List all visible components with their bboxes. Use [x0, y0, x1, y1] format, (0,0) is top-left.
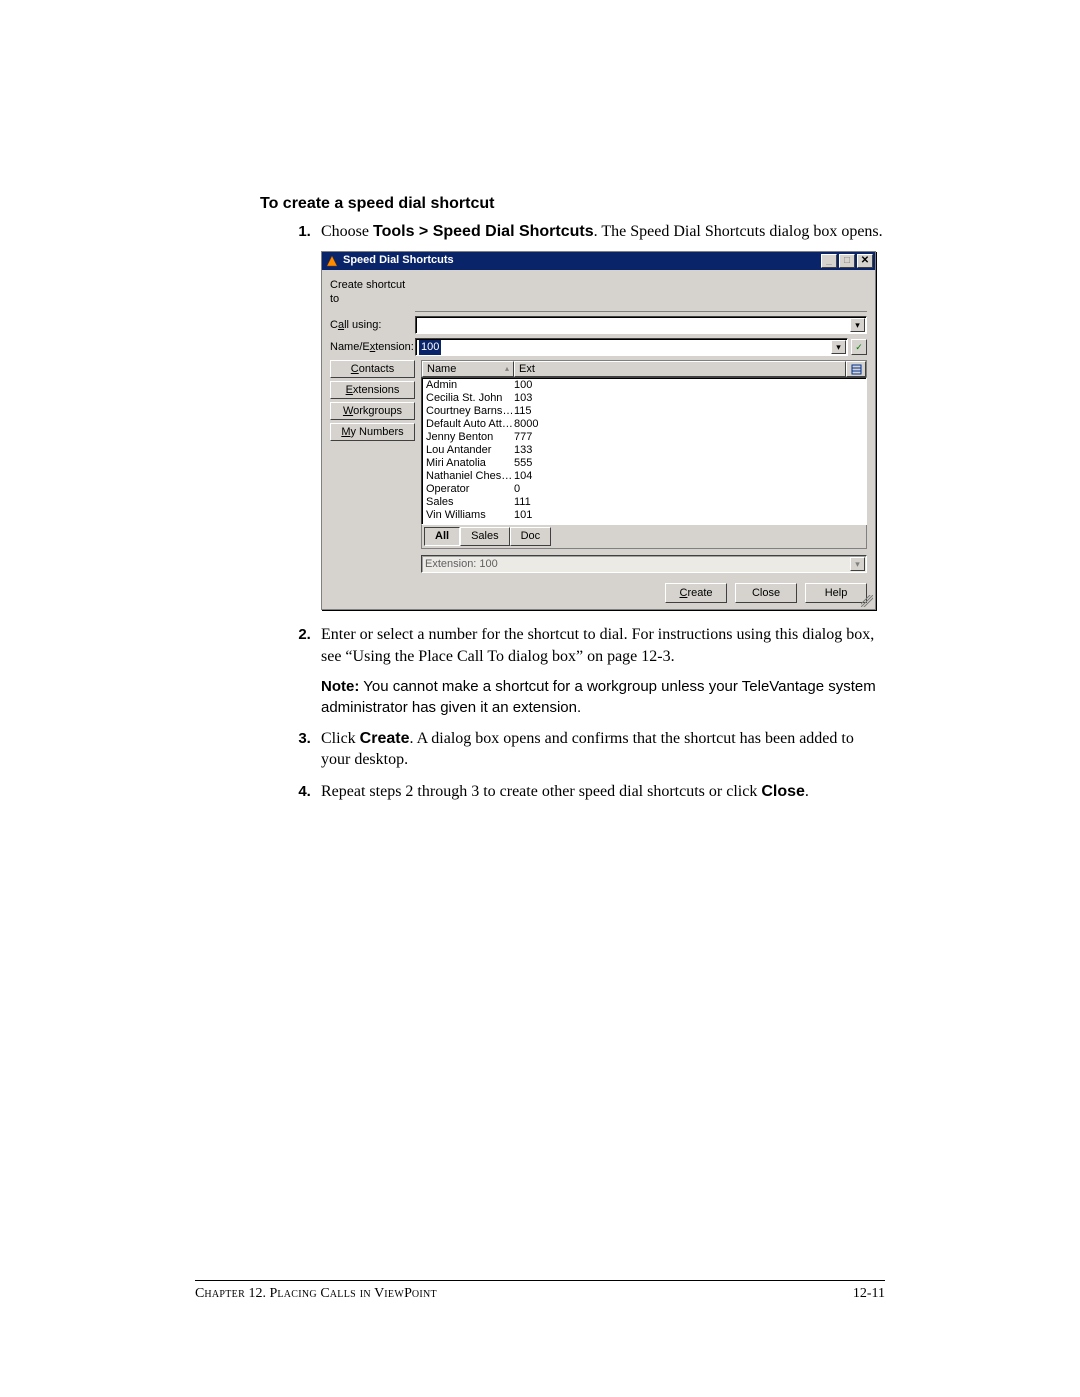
tab-all[interactable]: All	[424, 527, 460, 546]
create-shortcut-to-label: Create shortcut to	[330, 278, 415, 308]
help-button[interactable]: Help	[805, 583, 867, 603]
step-4: Repeat steps 2 through 3 to create other…	[315, 781, 885, 803]
dropdown-icon-disabled: ▾	[850, 557, 865, 571]
step3-pre: Click	[321, 730, 360, 747]
extensions-listbox[interactable]: Admin100 Cecilia St. John103 Courtney Ba…	[421, 377, 867, 525]
step-2: Enter or select a number for the shortcu…	[315, 624, 885, 718]
minimize-button[interactable]: _	[821, 254, 837, 268]
titlebar[interactable]: Speed Dial Shortcuts _ □ ✕	[322, 252, 875, 270]
tab-doc[interactable]: Doc	[510, 527, 552, 546]
close-button[interactable]: Close	[735, 583, 797, 603]
step-3: Click Create. A dialog box opens and con…	[315, 728, 885, 771]
name-ext-value: 100	[419, 340, 441, 355]
step1-pre: Choose	[321, 223, 373, 240]
list-row[interactable]: Miri Anatolia555	[422, 457, 866, 470]
step1-menu-path: Tools > Speed Dial Shortcuts	[373, 223, 594, 240]
app-icon	[325, 254, 339, 268]
close-window-button[interactable]: ✕	[857, 254, 873, 268]
speed-dial-dialog: Speed Dial Shortcuts _ □ ✕ Create shortc…	[321, 251, 876, 611]
note-label: Note:	[321, 678, 359, 695]
document-page: To create a speed dial shortcut Choose T…	[0, 0, 1080, 1397]
step3-bold: Create	[360, 730, 410, 747]
extensions-button[interactable]: Extensions	[330, 381, 415, 399]
footer-pagenum: 12-11	[853, 1286, 885, 1302]
my-numbers-button[interactable]: My Numbers	[330, 423, 415, 441]
list-row[interactable]: Default Auto Atten…8000	[422, 418, 866, 431]
contacts-button[interactable]: Contacts	[330, 360, 415, 378]
col-name-header[interactable]: Name▴	[422, 361, 514, 377]
call-using-label: Call using:	[330, 318, 415, 333]
list-row[interactable]: Sales111	[422, 496, 866, 509]
filter-tabs: All Sales Doc	[421, 525, 867, 549]
divider	[415, 311, 867, 312]
list-area: Name▴ Ext Admin100	[421, 360, 867, 573]
name-ext-combo[interactable]: 100 ▾	[415, 338, 848, 356]
step4-pre: Repeat steps 2 through 3 to create other…	[321, 783, 761, 800]
footer-chapter: Chapter 12. Placing Calls in ViewPoint	[195, 1286, 437, 1302]
note-body: You cannot make a shortcut for a workgro…	[321, 678, 876, 715]
list-row[interactable]: Admin100	[422, 379, 866, 392]
list-row[interactable]: Operator0	[422, 483, 866, 496]
step4-bold: Close	[761, 783, 805, 800]
list-row[interactable]: Lou Antander133	[422, 444, 866, 457]
maximize-button[interactable]: □	[839, 254, 855, 268]
screenshot-container: Speed Dial Shortcuts _ □ ✕ Create shortc…	[321, 251, 885, 611]
sort-asc-icon: ▴	[505, 364, 509, 375]
name-ext-label: Name/Extension:	[330, 340, 415, 355]
step4-post: .	[805, 783, 809, 800]
list-row[interactable]: Cecilia St. John103	[422, 392, 866, 405]
list-row[interactable]: Vin Williams101	[422, 509, 866, 522]
dropdown-icon[interactable]: ▾	[850, 318, 865, 332]
tab-sales[interactable]: Sales	[460, 527, 510, 546]
col-ext-header[interactable]: Ext	[514, 361, 846, 377]
dialog-title: Speed Dial Shortcuts	[343, 253, 454, 268]
section-heading: To create a speed dial shortcut	[260, 195, 885, 213]
step1-post: . The Speed Dial Shortcuts dialog box op…	[594, 223, 883, 240]
check-icon-button[interactable]: ✓	[851, 339, 867, 355]
steps-list: Choose Tools > Speed Dial Shortcuts. The…	[260, 221, 885, 803]
list-row[interactable]: Nathaniel Chestnut104	[422, 470, 866, 483]
page-footer: Chapter 12. Placing Calls in ViewPoint 1…	[195, 1280, 885, 1302]
step2-text: Enter or select a number for the shortcu…	[321, 626, 874, 665]
step2-note: Note: You cannot make a shortcut for a w…	[321, 677, 885, 718]
list-header: Name▴ Ext	[421, 360, 867, 377]
create-button[interactable]: Create	[665, 583, 727, 603]
extension-display-field: Extension: 100 ▾	[421, 555, 867, 573]
extension-display-text: Extension: 100	[425, 557, 498, 572]
list-row[interactable]: Jenny Benton777	[422, 431, 866, 444]
call-using-combo[interactable]: ▾	[415, 316, 867, 334]
list-row[interactable]: Courtney Barnstable115	[422, 405, 866, 418]
step-1: Choose Tools > Speed Dial Shortcuts. The…	[315, 221, 885, 610]
list-options-icon[interactable]	[846, 361, 866, 377]
category-buttons: Contacts Extensions Workgroups My Number…	[330, 360, 415, 441]
dropdown-icon[interactable]: ▾	[831, 340, 846, 354]
workgroups-button[interactable]: Workgroups	[330, 402, 415, 420]
dialog-buttons: Create Close Help	[330, 583, 867, 603]
